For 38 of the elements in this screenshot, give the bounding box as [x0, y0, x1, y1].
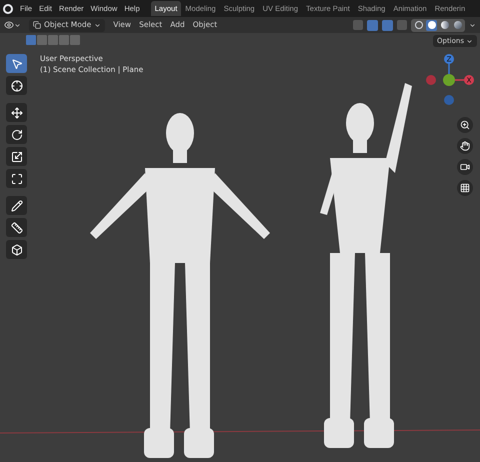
tool-button[interactable] — [6, 76, 27, 95]
caret-icon[interactable] — [469, 22, 476, 28]
tool-button[interactable] — [6, 54, 27, 73]
navigation-button[interactable] — [457, 180, 473, 196]
editor-type-button[interactable] — [4, 20, 21, 30]
hand-icon — [460, 141, 470, 151]
caret-icon — [94, 22, 102, 28]
cube-icon — [10, 244, 22, 256]
shading-mode-button[interactable] — [426, 20, 437, 30]
zoom-icon — [460, 120, 470, 130]
caret-icon — [14, 22, 21, 28]
tool-button[interactable] — [6, 218, 27, 237]
app-logo-icon[interactable] — [3, 4, 13, 14]
tool-button[interactable] — [6, 125, 27, 144]
navigation-button[interactable] — [457, 138, 473, 154]
scale-icon — [10, 150, 22, 162]
navigation-button[interactable] — [457, 159, 473, 175]
navigation-button[interactable] — [457, 117, 473, 133]
tool-button[interactable] — [6, 196, 27, 215]
rotate-icon — [10, 128, 22, 140]
camera-icon — [460, 162, 470, 172]
transform-icon — [10, 172, 22, 184]
shading-mode-button[interactable] — [439, 20, 450, 30]
cursor-icon — [10, 80, 22, 92]
tool-button[interactable] — [6, 103, 27, 122]
move-icon — [10, 106, 22, 118]
select-icon — [10, 58, 22, 70]
tool-button[interactable] — [6, 147, 27, 166]
tool-button[interactable] — [6, 169, 27, 188]
grid-icon — [460, 183, 470, 193]
annotate-icon — [10, 200, 22, 212]
measure-icon — [10, 222, 22, 234]
shading-mode-button[interactable] — [413, 20, 424, 30]
tool-button[interactable] — [6, 240, 27, 259]
editor-icon — [4, 20, 14, 30]
shading-mode-button[interactable] — [452, 20, 463, 30]
caret-icon — [466, 38, 473, 44]
object-icon — [33, 21, 41, 29]
